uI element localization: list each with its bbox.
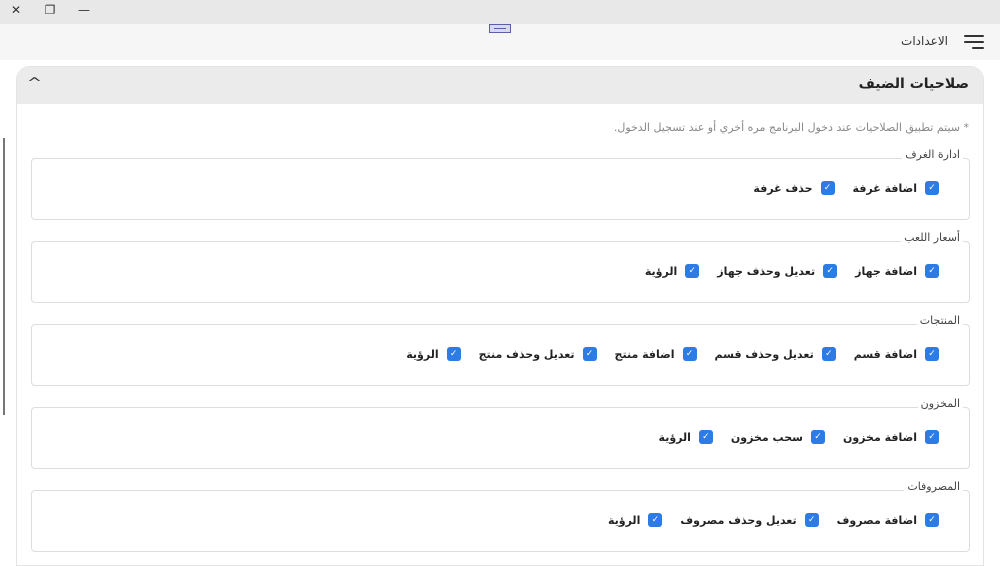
- close-icon[interactable]: ✕: [8, 3, 24, 17]
- checkbox-checked-icon[interactable]: ✓: [821, 347, 836, 361]
- permission-label: اضافة مصروف: [836, 513, 917, 527]
- checkbox-checked-icon[interactable]: ✓: [820, 181, 835, 195]
- permission-group: أسعار اللعب ✓ اضافة جهاز ✓ تعديل وحذف جهاز ✓ ا…: [31, 231, 970, 303]
- checkbox-checked-icon[interactable]: ✓: [925, 181, 939, 195]
- permission-group: المصروفات ✓ اضافة مصروف ✓ تعديل وحذف مصروف ✓ ا…: [31, 480, 970, 552]
- chevron-up-icon[interactable]: ^: [27, 76, 42, 91]
- checkbox-checked-icon[interactable]: ✓: [925, 430, 939, 444]
- permission-group: المخزون ✓ اضافة مخزون ✓ سحب مخزون ✓ الرؤية: [31, 397, 970, 469]
- permission-label: اضافة غرفة: [852, 181, 917, 195]
- permission-group: المنتجات ✓ اضافة قسم ✓ تعديل وحذف قسم ✓ اضافة …: [31, 314, 970, 386]
- permission-checkbox[interactable]: ✓ اضافة غرفة: [853, 181, 939, 195]
- permission-checkbox[interactable]: ✓ اضافة قسم: [854, 347, 939, 361]
- group-title: أسعار اللعب: [901, 231, 963, 244]
- permission-checkbox[interactable]: ✓ تعديل وحذف منتج: [479, 347, 597, 361]
- menu-icon[interactable]: [964, 35, 984, 49]
- checkbox-checked-icon[interactable]: ✓: [925, 264, 939, 278]
- checkbox-checked-icon[interactable]: ✓: [823, 264, 838, 278]
- permission-checkbox[interactable]: ✓ اضافة مصروف: [837, 513, 939, 527]
- permission-label: الرؤية: [607, 513, 641, 527]
- permission-checkbox[interactable]: ✓ الرؤية: [607, 513, 663, 527]
- permission-checkbox[interactable]: ✓ اضافة مخزون: [843, 430, 939, 444]
- permission-label: تعديل وحذف منتج: [478, 347, 575, 361]
- scrollbar[interactable]: [3, 138, 5, 415]
- checkbox-checked-icon[interactable]: ✓: [804, 513, 819, 527]
- permission-checkbox[interactable]: ✓ تعديل وحذف جهاز: [717, 264, 838, 278]
- permission-checkbox[interactable]: ✓ تعديل وحذف مصروف: [680, 513, 819, 527]
- permission-label: تعديل وحذف جهاز: [717, 264, 816, 278]
- permission-label: تعديل وحذف مصروف: [680, 513, 797, 527]
- checkbox-checked-icon[interactable]: ✓: [648, 513, 663, 527]
- checkbox-checked-icon[interactable]: ✓: [682, 347, 697, 361]
- guest-permissions-panel: صلاحيات الضيف ^ * سيتم تطبيق الصلاحيات ع…: [16, 66, 984, 566]
- permission-label: تعديل وحذف قسم: [714, 347, 814, 361]
- permission-group: ادارة الغرف ✓ اضافة غرفة ✓ حذف غرفة: [31, 148, 970, 220]
- permission-checkbox[interactable]: ✓ سحب مخزون: [731, 430, 825, 444]
- checkbox-checked-icon[interactable]: ✓: [810, 430, 825, 444]
- drag-handle[interactable]: [489, 24, 511, 33]
- permission-checkbox[interactable]: ✓ حذف غرفة: [753, 181, 835, 195]
- permission-label: الرؤية: [406, 347, 439, 361]
- checkbox-checked-icon[interactable]: ✓: [925, 347, 939, 361]
- minimize-icon[interactable]: —: [76, 3, 92, 17]
- permission-label: سحب مخزون: [730, 430, 803, 444]
- checkbox-checked-icon[interactable]: ✓: [698, 430, 713, 444]
- restore-icon[interactable]: ❐: [42, 3, 58, 17]
- checkbox-checked-icon[interactable]: ✓: [582, 347, 597, 361]
- permission-checkbox[interactable]: ✓ الرؤية: [659, 430, 713, 444]
- permission-checkbox[interactable]: ✓ الرؤية: [644, 264, 700, 278]
- permission-label: اضافة قسم: [853, 347, 917, 361]
- header-title: الاعدادات: [901, 34, 948, 48]
- checkbox-checked-icon[interactable]: ✓: [925, 513, 939, 527]
- permissions-note: * سيتم تطبيق الصلاحيات عند دخول البرنامج…: [613, 121, 969, 134]
- permission-checkbox[interactable]: ✓ تعديل وحذف قسم: [715, 347, 836, 361]
- permission-label: الرؤية: [644, 264, 678, 278]
- checkbox-checked-icon[interactable]: ✓: [685, 264, 700, 278]
- permission-checkbox[interactable]: ✓ الرؤية: [406, 347, 461, 361]
- permission-label: الرؤية: [658, 430, 691, 444]
- group-title: المخزون: [917, 397, 963, 410]
- panel-title: صلاحيات الضيف: [858, 76, 969, 92]
- group-title: ادارة الغرف: [902, 148, 963, 161]
- checkbox-checked-icon[interactable]: ✓: [446, 347, 461, 361]
- permission-label: حذف غرفة: [753, 181, 813, 195]
- permission-label: اضافة جهاز: [855, 264, 917, 278]
- permission-checkbox[interactable]: ✓ اضافة منتج: [615, 347, 697, 361]
- group-title: المصروفات: [904, 480, 963, 493]
- title-bar: ✕ ❐ —: [0, 0, 1000, 24]
- permission-label: اضافة منتج: [614, 347, 675, 361]
- permission-checkbox[interactable]: ✓ اضافة جهاز: [855, 264, 939, 278]
- permission-label: اضافة مخزون: [842, 430, 917, 444]
- group-title: المنتجات: [916, 314, 963, 327]
- panel-header[interactable]: صلاحيات الضيف ^: [17, 67, 983, 104]
